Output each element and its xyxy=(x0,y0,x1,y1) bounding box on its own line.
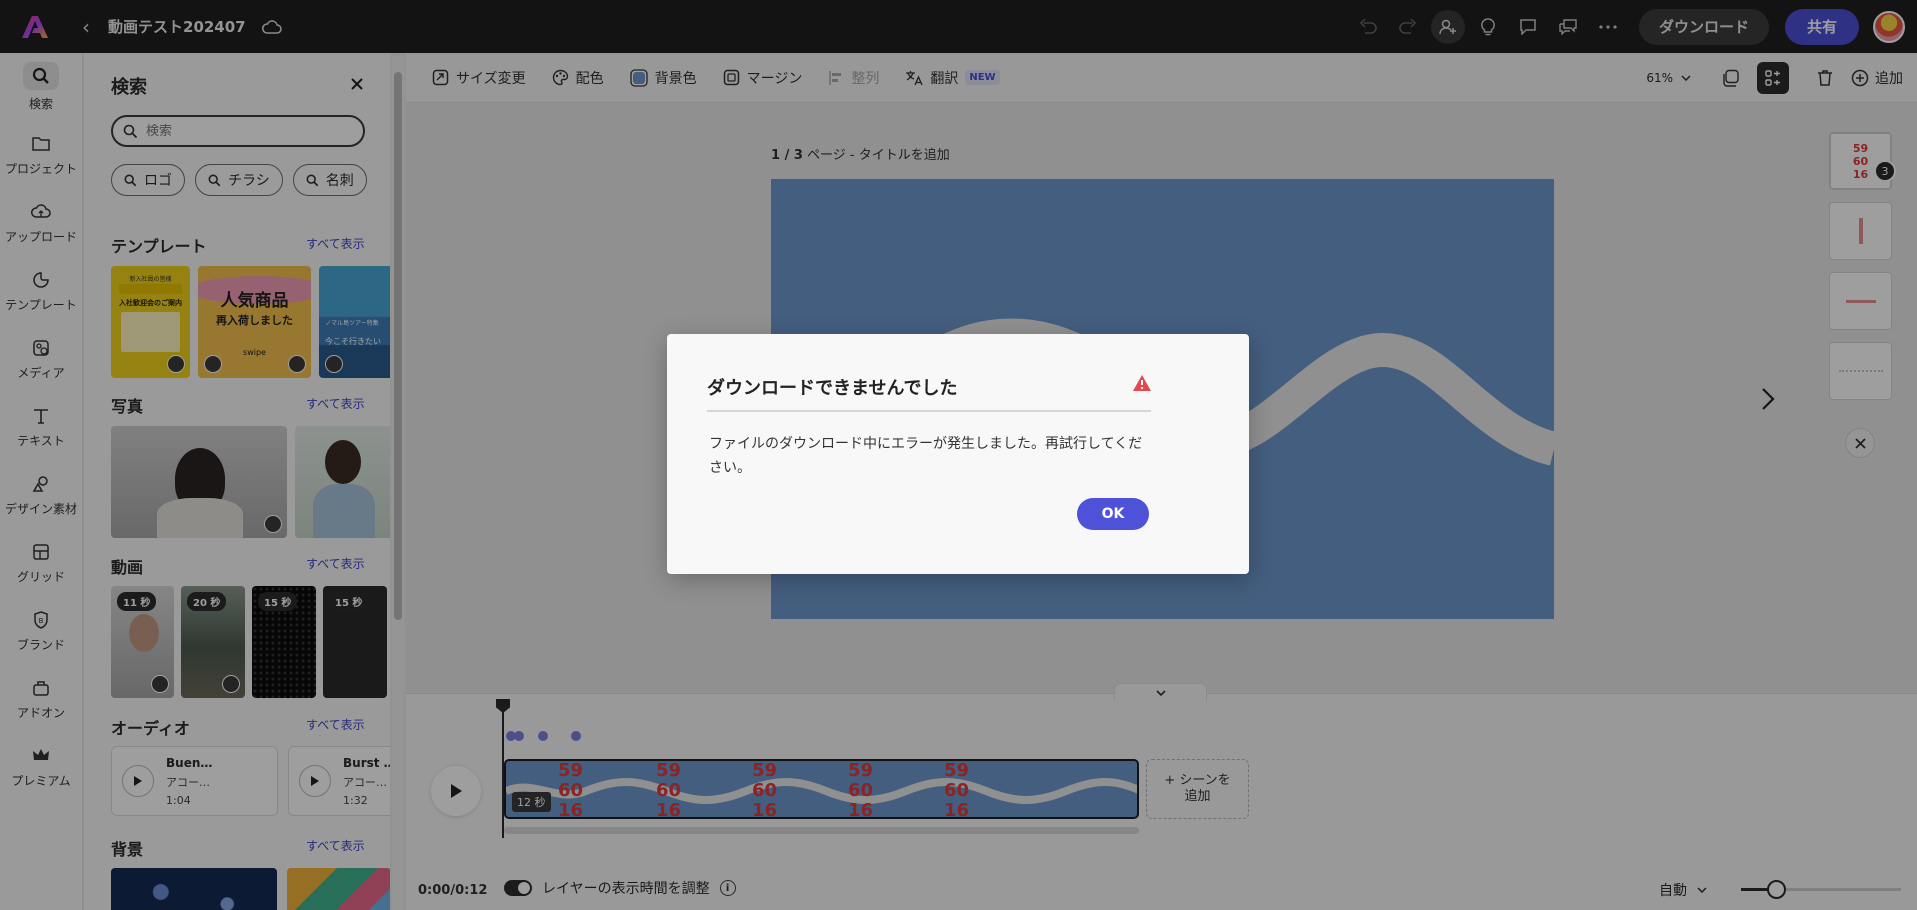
dialog-message: ファイルのダウンロード中にエラーが発生しました。再試行してください。 xyxy=(709,436,1143,476)
dialog-title: ダウンロードできませんでした xyxy=(707,378,958,399)
ok-button[interactable]: OK xyxy=(1077,498,1149,530)
dialog-divider xyxy=(707,410,1151,412)
warning-icon xyxy=(1132,374,1152,394)
download-error-dialog: ダウンロードできませんでした ファイルのダウンロード中にエラーが発生しました。再… xyxy=(667,334,1249,574)
